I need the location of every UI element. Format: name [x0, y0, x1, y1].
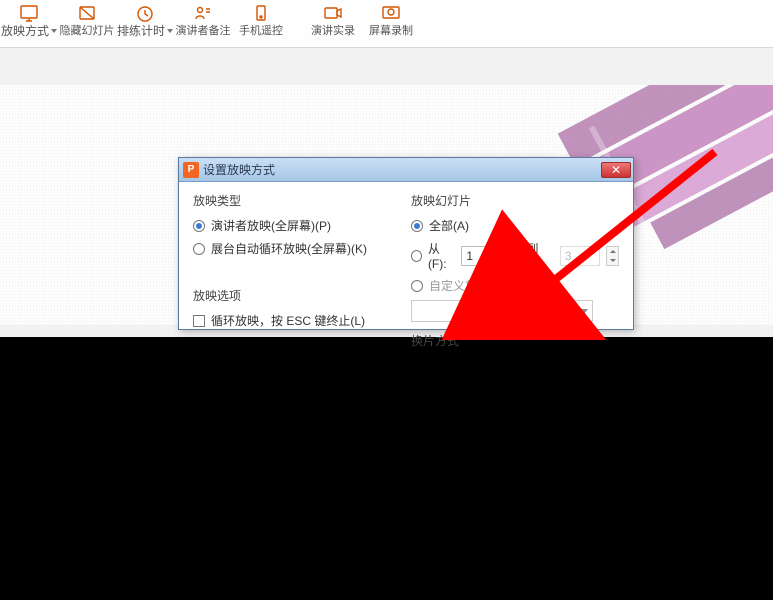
record-presentation-label: 演讲实录 — [311, 24, 355, 38]
from-label: 从(F): — [428, 240, 455, 271]
kiosk-radio-label: 展台自动循环放映(全屏幕)(K) — [211, 240, 367, 257]
advance-group: 换片方式 — [411, 332, 619, 349]
radio-icon — [411, 250, 422, 262]
radio-icon — [411, 280, 423, 292]
playmode-dropdown[interactable]: 放映方式 — [0, 2, 58, 46]
speaker-notes-label: 演讲者备注 — [176, 24, 231, 38]
from-to-radio[interactable]: 从(F): 1 到(T): 3 — [411, 240, 619, 271]
slideshow-settings-dialog: P 设置放映方式 ✕ 放映类型 演讲者放映(全屏幕)(P) 展台自动循环放映(全… — [178, 157, 634, 330]
custom-radio-label: 自定义放映(C): — [429, 277, 509, 294]
hide-slide-button[interactable]: 隐藏幻灯片 — [58, 2, 116, 46]
custom-radio: 自定义放映(C): — [411, 277, 619, 294]
show-slides-group: 放映幻灯片 — [411, 192, 619, 209]
to-label: 到(T): — [526, 240, 553, 271]
chevron-down-icon — [580, 309, 588, 314]
show-options-group: 放映选项 — [193, 287, 401, 304]
close-icon: ✕ — [611, 164, 621, 176]
to-input[interactable]: 3 — [560, 246, 600, 266]
custom-show-combo — [411, 300, 593, 322]
show-type-group: 放映类型 — [193, 192, 401, 209]
radio-icon — [411, 220, 423, 232]
from-input[interactable]: 1 — [461, 246, 501, 266]
presenter-radio-label: 演讲者放映(全屏幕)(P) — [211, 217, 331, 234]
phone-remote-label: 手机遥控 — [239, 24, 283, 38]
all-radio-label: 全部(A) — [429, 217, 469, 234]
playmode-label: 放映方式 — [1, 24, 49, 38]
loop-checkbox[interactable]: 循环放映，按 ESC 键终止(L) — [193, 312, 401, 329]
dialog-title: 设置放映方式 — [203, 161, 601, 178]
from-spinner[interactable] — [508, 246, 521, 266]
screen-record-button[interactable]: 屏幕录制 — [362, 2, 420, 46]
radio-icon — [193, 243, 205, 255]
close-button[interactable]: ✕ — [601, 162, 631, 178]
rehearse-label: 排练计时 — [117, 24, 165, 38]
all-radio[interactable]: 全部(A) — [411, 217, 619, 234]
record-presentation-button[interactable]: 演讲实录 — [304, 2, 362, 46]
radio-icon — [193, 220, 205, 232]
kiosk-radio[interactable]: 展台自动循环放映(全屏幕)(K) — [193, 240, 401, 257]
rehearse-dropdown[interactable]: 排练计时 — [116, 2, 174, 46]
left-column: 放映类型 演讲者放映(全屏幕)(P) 展台自动循环放映(全屏幕)(K) 放映选项… — [193, 192, 401, 357]
dialog-titlebar[interactable]: P 设置放映方式 ✕ — [179, 158, 633, 182]
phone-remote-button[interactable]: 手机遥控 — [232, 2, 290, 46]
chevron-down-icon — [167, 29, 173, 33]
chevron-down-icon — [51, 29, 57, 33]
app-icon: P — [183, 162, 199, 178]
to-spinner[interactable] — [606, 246, 619, 266]
right-column: 放映幻灯片 全部(A) 从(F): 1 到(T): 3 自定义放映(C): — [411, 192, 619, 357]
hide-slide-label: 隐藏幻灯片 — [60, 24, 115, 38]
checkbox-icon — [193, 315, 205, 327]
presenter-radio[interactable]: 演讲者放映(全屏幕)(P) — [193, 217, 401, 234]
loop-checkbox-label: 循环放映，按 ESC 键终止(L) — [211, 312, 365, 329]
screen-record-label: 屏幕录制 — [369, 24, 413, 38]
ribbon: 放映方式 隐藏幻灯片 排练计时 演讲者备注 手机遥控 演讲实录 屏幕录制 — [0, 0, 773, 48]
speaker-notes-button[interactable]: 演讲者备注 — [174, 2, 232, 46]
